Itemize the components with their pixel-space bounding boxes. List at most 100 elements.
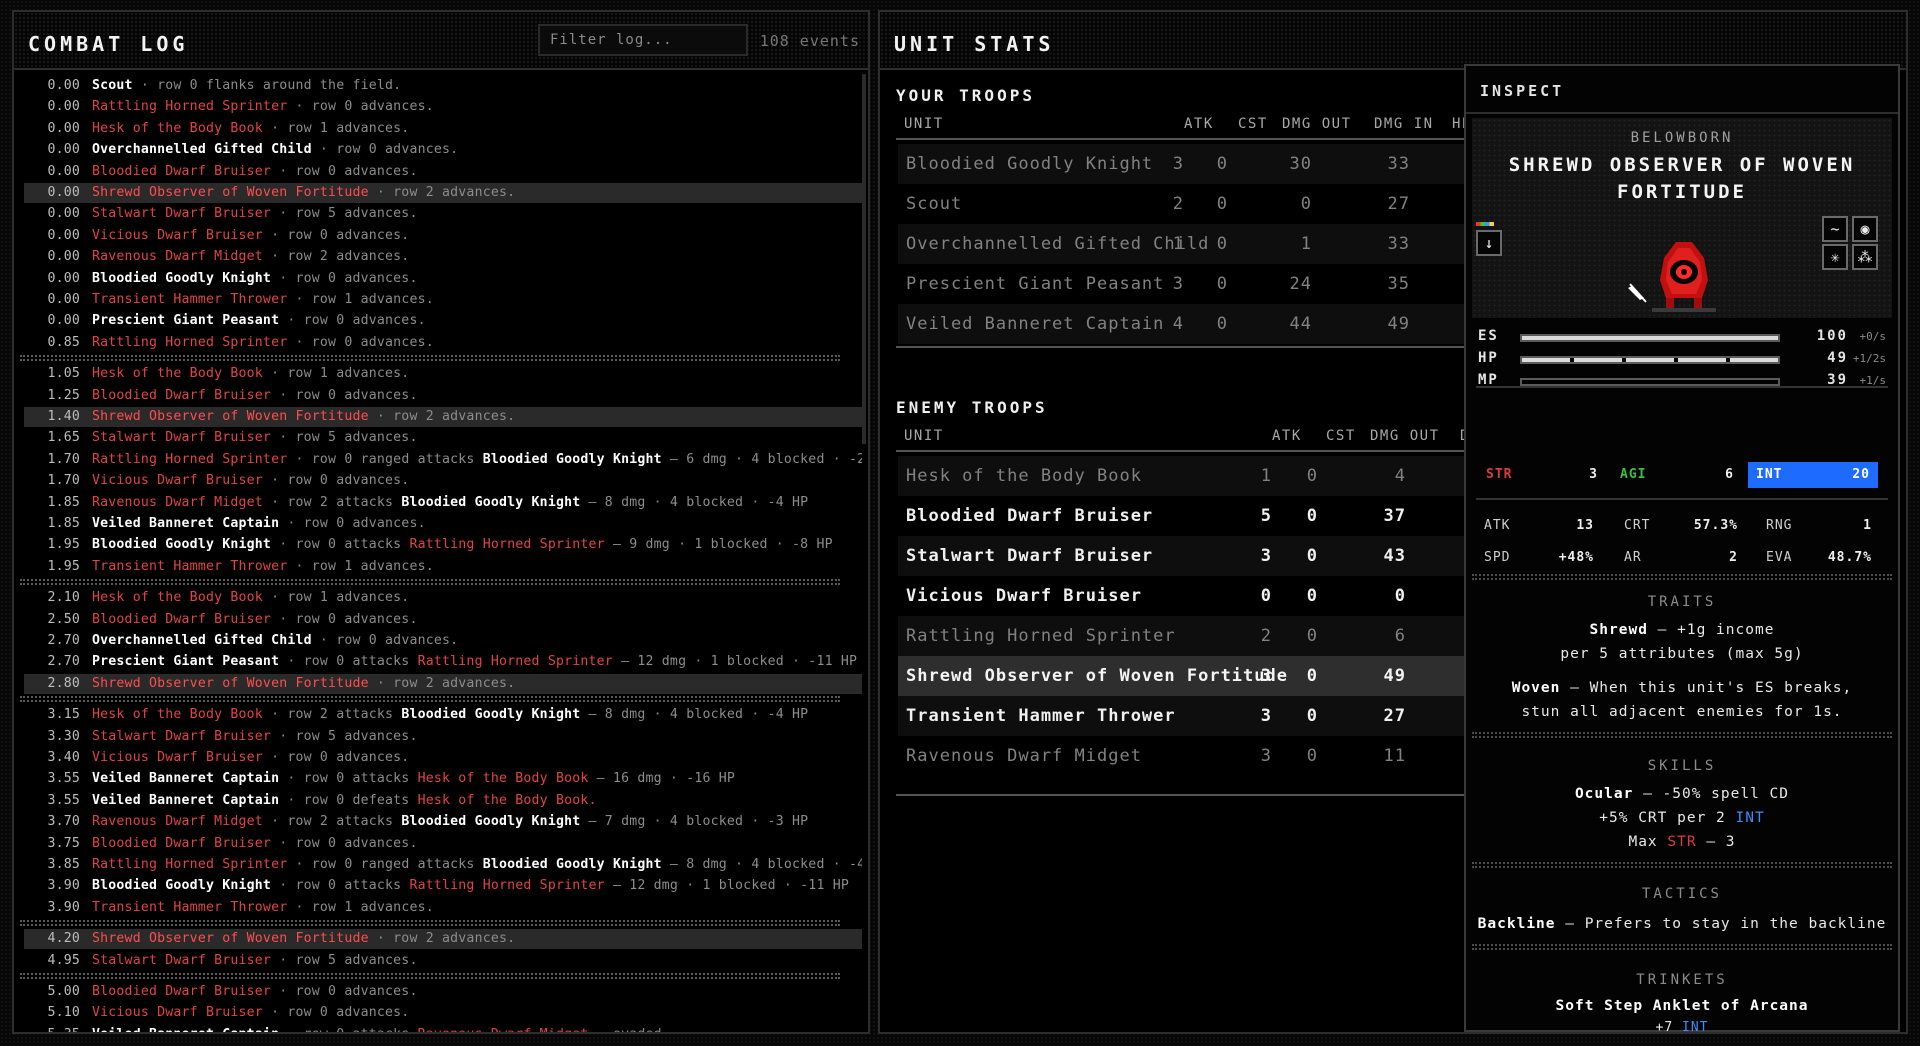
log-unit-name[interactable]: Shrewd Observer of Woven Fortitude (92, 185, 369, 200)
log-entry[interactable]: 1.70 Rattling Horned Sprinter · row 0 ran… (24, 450, 862, 470)
log-entry[interactable]: 1.95 Bloodied Goodly Knight · row 0 attac… (24, 535, 862, 555)
log-unit-name[interactable]: Rattling Horned Sprinter (92, 452, 287, 467)
log-unit-name[interactable]: Transient Hammer Thrower (92, 559, 287, 574)
log-unit-name[interactable]: Vicious Dwarf Bruiser (92, 473, 263, 488)
log-unit-name[interactable]: Shrewd Observer of Woven Fortitude (92, 676, 369, 691)
log-unit-name[interactable]: Stalwart Dwarf Bruiser (92, 206, 271, 221)
log-unit-name[interactable]: Bloodied Goodly Knight (401, 707, 580, 722)
log-unit-name[interactable]: Hesk of the Body Book (92, 366, 263, 381)
log-unit-name[interactable]: Stalwart Dwarf Bruiser (92, 953, 271, 968)
enemy-row[interactable]: Hesk of the Body Book 1 0 4 (898, 456, 1466, 496)
log-unit-name[interactable]: Ravenous Dwarf Midget (418, 1027, 589, 1032)
troop-row[interactable]: Prescient Giant Peasant 3 0 24 35 (898, 264, 1466, 304)
log-unit-name[interactable]: Veiled Banneret Captain (92, 793, 279, 808)
log-entry[interactable]: 1.85 Veiled Banneret Captain · row 0 adva… (24, 514, 862, 534)
log-unit-name[interactable]: Bloodied Goodly Knight (92, 878, 271, 893)
enemy-row[interactable]: Vicious Dwarf Bruiser 0 0 0 (898, 576, 1466, 616)
log-unit-name[interactable]: Prescient Giant Peasant (92, 654, 279, 669)
log-unit-name[interactable]: Bloodied Dwarf Bruiser (92, 388, 271, 403)
log-unit-name[interactable]: Stalwart Dwarf Bruiser (92, 430, 271, 445)
scroll-icon[interactable]: ~ (1822, 216, 1848, 242)
log-unit-name[interactable]: Transient Hammer Thrower (92, 292, 287, 307)
log-unit-name[interactable]: Rattling Horned Sprinter (418, 654, 613, 669)
log-unit-name[interactable]: Bloodied Dwarf Bruiser (92, 612, 271, 627)
log-entry[interactable]: 2.50 Bloodied Dwarf Bruiser · row 0 advan… (24, 610, 862, 630)
log-entry[interactable]: 4.95 Stalwart Dwarf Bruiser · row 5 advan… (24, 951, 862, 971)
log-entry[interactable]: 5.10 Vicious Dwarf Bruiser · row 0 advanc… (24, 1003, 862, 1023)
log-entry[interactable]: 3.75 Bloodied Dwarf Bruiser · row 0 advan… (24, 834, 862, 854)
log-unit-name[interactable]: Hesk of the Body Book (418, 771, 589, 786)
log-unit-name[interactable]: Transient Hammer Thrower (92, 900, 287, 915)
log-unit-name[interactable]: Hesk of the Body Book (92, 590, 263, 605)
log-unit-name[interactable]: Bloodied Dwarf Bruiser (92, 164, 271, 179)
troop-row[interactable]: Veiled Banneret Captain 4 0 44 49 (898, 304, 1466, 344)
log-unit-name[interactable]: Vicious Dwarf Bruiser (92, 1005, 263, 1020)
log-entry[interactable]: 0.00 Ravenous Dwarf Midget · row 2 advanc… (24, 247, 862, 267)
arrow-down-icon[interactable]: ↓ (1476, 230, 1502, 256)
log-unit-name[interactable]: Veiled Banneret Captain (92, 771, 279, 786)
log-unit-name[interactable]: Bloodied Goodly Knight (483, 857, 662, 872)
log-entry[interactable]: 3.55 Veiled Banneret Captain · row 0 atta… (24, 769, 862, 789)
log-unit-name[interactable]: Ravenous Dwarf Midget (92, 495, 263, 510)
log-unit-name[interactable]: Overchannelled Gifted Child (92, 142, 312, 157)
log-unit-name[interactable]: Shrewd Observer of Woven Fortitude (92, 409, 369, 424)
log-entry[interactable]: 0.85 Rattling Horned Sprinter · row 0 adv… (24, 333, 862, 353)
log-entry[interactable]: 0.00 Bloodied Goodly Knight · row 0 advan… (24, 269, 862, 289)
enemy-row[interactable]: Shrewd Observer of Woven Fortitude 3 0 49 (898, 656, 1466, 696)
log-entry[interactable]: 2.10 Hesk of the Body Book · row 1 advanc… (24, 588, 862, 608)
log-unit-name[interactable]: Bloodied Goodly Knight (92, 271, 271, 286)
log-entry[interactable]: 1.05 Hesk of the Body Book · row 1 advanc… (24, 364, 862, 384)
log-entry[interactable]: 0.00 Overchannelled Gifted Child · row 0 … (24, 140, 862, 160)
cluster-icon[interactable]: ⁂ (1852, 244, 1878, 270)
log-entry[interactable]: 0.00 Stalwart Dwarf Bruiser · row 5 advan… (24, 204, 862, 224)
log-unit-name[interactable]: Prescient Giant Peasant (92, 313, 279, 328)
log-entry[interactable]: 0.00 Transient Hammer Thrower · row 1 adv… (24, 290, 862, 310)
log-entry[interactable]: 1.65 Stalwart Dwarf Bruiser · row 5 advan… (24, 428, 862, 448)
log-unit-name[interactable]: Bloodied Goodly Knight (483, 452, 662, 467)
log-unit-name[interactable]: Hesk of the Body Book (92, 707, 263, 722)
log-unit-name[interactable]: Veiled Banneret Captain (92, 516, 279, 531)
log-entry[interactable]: 0.00 Shrewd Observer of Woven Fortitude ·… (24, 183, 862, 203)
log-unit-name[interactable]: Hesk of the Body Book (92, 121, 263, 136)
snowflake-icon[interactable]: ✳ (1822, 244, 1848, 270)
troop-row[interactable]: Bloodied Goodly Knight 3 0 30 33 (898, 144, 1466, 184)
log-entry[interactable]: 2.70 Prescient Giant Peasant · row 0 atta… (24, 652, 862, 672)
log-unit-name[interactable]: Scout (92, 78, 133, 93)
log-entry[interactable]: 0.00 Vicious Dwarf Bruiser · row 0 advanc… (24, 226, 862, 246)
log-unit-name[interactable]: Bloodied Dwarf Bruiser (92, 836, 271, 851)
log-unit-name[interactable]: Rattling Horned Sprinter (92, 99, 287, 114)
log-entry[interactable]: 3.40 Vicious Dwarf Bruiser · row 0 advanc… (24, 748, 862, 768)
log-unit-name[interactable]: Bloodied Dwarf Bruiser (92, 984, 271, 999)
enemy-row[interactable]: Transient Hammer Thrower 3 0 27 (898, 696, 1466, 736)
enemy-row[interactable]: Stalwart Dwarf Bruiser 3 0 43 (898, 536, 1466, 576)
log-entry[interactable]: 4.20 Shrewd Observer of Woven Fortitude ·… (24, 929, 862, 950)
log-unit-name[interactable]: Rattling Horned Sprinter (92, 335, 287, 350)
troop-row[interactable]: Overchannelled Gifted Child 1 0 1 33 (898, 224, 1466, 264)
log-unit-name[interactable]: Stalwart Dwarf Bruiser (92, 729, 271, 744)
log-unit-name[interactable]: Shrewd Observer of Woven Fortitude (92, 931, 369, 946)
log-entry[interactable]: 0.00 Scout · row 0 flanks around the fiel… (24, 76, 862, 96)
log-entry[interactable]: 3.90 Transient Hammer Thrower · row 1 adv… (24, 898, 862, 918)
log-unit-name[interactable]: Bloodied Goodly Knight (92, 537, 271, 552)
log-unit-name[interactable]: Bloodied Goodly Knight (401, 814, 580, 829)
log-unit-name[interactable]: Ravenous Dwarf Midget (92, 814, 263, 829)
log-entry[interactable]: 5.00 Bloodied Dwarf Bruiser · row 0 advan… (24, 982, 862, 1002)
log-entry[interactable]: 3.55 Veiled Banneret Captain · row 0 defe… (24, 791, 862, 811)
log-entry[interactable]: 1.25 Bloodied Dwarf Bruiser · row 0 advan… (24, 386, 862, 406)
log-entry[interactable]: 1.70 Vicious Dwarf Bruiser · row 0 advanc… (24, 471, 862, 491)
log-entry[interactable]: 0.00 Bloodied Dwarf Bruiser · row 0 advan… (24, 162, 862, 182)
log-unit-name[interactable]: Rattling Horned Sprinter (409, 537, 604, 552)
log-entry[interactable]: 5.35 Veiled Banneret Captain · row 0 atta… (24, 1025, 862, 1032)
enemy-row[interactable]: Ravenous Dwarf Midget 3 0 11 (898, 736, 1466, 776)
log-entry[interactable]: 1.40 Shrewd Observer of Woven Fortitude ·… (24, 407, 862, 427)
log-unit-name[interactable]: Rattling Horned Sprinter (409, 878, 604, 893)
log-entry[interactable]: 3.70 Ravenous Dwarf Midget · row 2 attack… (24, 812, 862, 832)
enemy-row[interactable]: Bloodied Dwarf Bruiser 5 0 37 (898, 496, 1466, 536)
log-unit-name[interactable]: Vicious Dwarf Bruiser (92, 750, 263, 765)
shield-icon[interactable]: ◉ (1852, 216, 1878, 242)
log-unit-name[interactable]: Hesk of the Body Book. (418, 793, 597, 808)
log-entry[interactable]: 1.95 Transient Hammer Thrower · row 1 adv… (24, 557, 862, 577)
log-entry[interactable]: 3.90 Bloodied Goodly Knight · row 0 attac… (24, 876, 862, 896)
log-unit-name[interactable]: Ravenous Dwarf Midget (92, 249, 263, 264)
log-unit-name[interactable]: Overchannelled Gifted Child (92, 633, 312, 648)
